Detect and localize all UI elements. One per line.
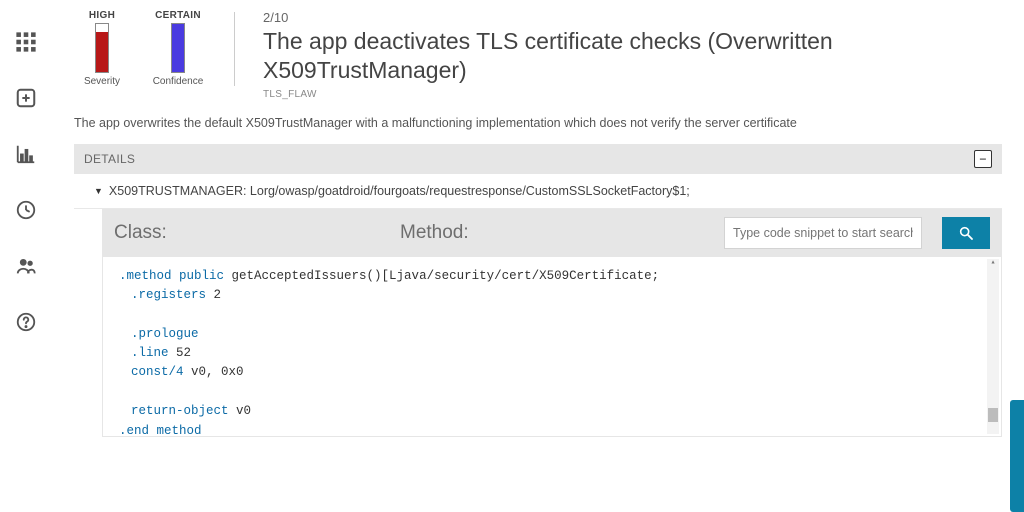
tree-item-label: X509TRUSTMANAGER: Lorg/owasp/goatdroid/f… [109, 184, 690, 198]
finding-title: The app deactivates TLS certificate chec… [263, 27, 1002, 85]
finding-index: 2/10 [263, 10, 1002, 25]
users-icon[interactable] [12, 252, 40, 280]
details-header-label: DETAILS [84, 152, 135, 166]
details-header[interactable]: DETAILS − [74, 144, 1002, 174]
clock-icon[interactable] [12, 196, 40, 224]
severity-level: HIGH [89, 10, 115, 21]
finding-panel: HIGH Severity CERTAIN Confidence 2/10 Th… [52, 0, 1024, 512]
code-search-input[interactable] [724, 217, 922, 249]
collapse-button[interactable]: − [974, 150, 992, 168]
caret-down-icon: ▼ [94, 186, 103, 196]
confidence-label: Confidence [153, 76, 204, 87]
code-search-button[interactable] [942, 217, 990, 249]
finding-tag: TLS_FLAW [263, 89, 1002, 100]
severity-label: Severity [84, 76, 120, 87]
severity-gauge: HIGH Severity [74, 10, 130, 87]
grid-icon[interactable] [12, 28, 40, 56]
confidence-level: CERTAIN [155, 10, 201, 21]
class-label: Class: [114, 222, 380, 244]
scroll-thumb[interactable] [988, 408, 998, 422]
side-peek[interactable] [1010, 400, 1024, 512]
method-label: Method: [400, 222, 704, 244]
plus-box-icon[interactable] [12, 84, 40, 112]
bar-chart-icon[interactable] [12, 140, 40, 168]
search-icon [958, 225, 974, 241]
left-rail [0, 0, 52, 512]
confidence-gauge: CERTAIN Confidence [150, 10, 206, 87]
finding-description: The app overwrites the default X509Trust… [74, 116, 1002, 130]
tree-item[interactable]: ▼ X509TRUSTMANAGER: Lorg/owasp/goatdroid… [74, 174, 1002, 209]
help-icon[interactable] [12, 308, 40, 336]
minus-icon: − [979, 152, 986, 166]
divider [234, 12, 235, 86]
gauges: HIGH Severity CERTAIN Confidence [74, 10, 206, 87]
scroll-up-icon[interactable]: ▴ [987, 259, 999, 269]
code-viewer[interactable]: .method public getAcceptedIssuers()[Ljav… [102, 257, 1002, 437]
code-header: Class: Method: [102, 209, 1002, 257]
